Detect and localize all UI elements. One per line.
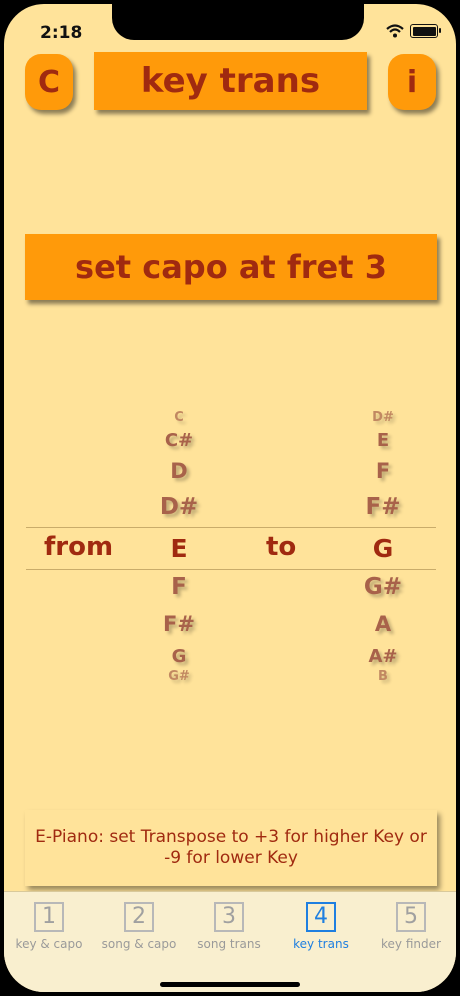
from-wheel-note[interactable]: F# — [154, 612, 204, 636]
from-wheel-note[interactable]: G — [154, 646, 204, 667]
tab-number: 5 — [396, 902, 426, 932]
from-wheel-note[interactable]: F — [154, 574, 204, 600]
info-button[interactable]: i — [388, 54, 436, 110]
from-wheel-note[interactable]: D# — [154, 494, 204, 520]
tab-number: 4 — [306, 902, 336, 932]
tab-song-trans[interactable]: 3 song trans — [184, 902, 274, 951]
tab-label: song & capo — [101, 937, 177, 951]
from-label: from — [44, 532, 114, 562]
from-wheel-note[interactable]: C# — [154, 430, 204, 451]
app-screen: 2:18 C key trans i set capo at fret 3 fr… — [4, 4, 456, 992]
key-c-button[interactable]: C — [25, 54, 73, 110]
to-wheel-note[interactable]: B — [358, 669, 408, 684]
from-wheel-note[interactable]: D — [154, 459, 204, 483]
page-title: key trans — [94, 52, 367, 110]
battery-icon — [410, 24, 441, 38]
to-wheel-note[interactable]: F# — [358, 494, 408, 520]
from-selected-key[interactable]: E — [154, 534, 204, 563]
tab-number: 2 — [124, 902, 154, 932]
wifi-icon — [386, 24, 404, 38]
to-wheel-note[interactable]: A# — [358, 646, 408, 667]
tab-key-finder[interactable]: 5 key finder — [366, 902, 456, 951]
from-wheel-note[interactable]: C — [154, 410, 204, 425]
to-wheel-note[interactable]: G# — [358, 574, 408, 600]
capo-instruction: set capo at fret 3 — [25, 234, 437, 300]
status-time: 2:18 — [40, 23, 83, 43]
to-selected-key[interactable]: G — [358, 534, 408, 563]
to-wheel-note[interactable]: E — [358, 430, 408, 451]
selection-top-line — [26, 527, 436, 528]
status-icons — [386, 24, 441, 38]
notch — [112, 4, 364, 40]
tab-label: key & capo — [15, 937, 83, 951]
tab-number: 3 — [214, 902, 244, 932]
device-frame: 2:18 C key trans i set capo at fret 3 fr… — [0, 0, 460, 996]
epiano-transpose-note: E-Piano: set Transpose to +3 for higher … — [25, 810, 437, 886]
home-indicator[interactable] — [160, 982, 300, 987]
epiano-text: E-Piano: set Transpose to +3 for higher … — [35, 827, 427, 868]
tab-key-capo[interactable]: 1 key & capo — [4, 902, 94, 951]
tab-label: key finder — [381, 937, 441, 951]
tab-number: 1 — [34, 902, 64, 932]
tab-label: song trans — [197, 937, 261, 951]
tab-song-capo[interactable]: 2 song & capo — [94, 902, 184, 951]
tab-key-trans[interactable]: 4 key trans — [276, 902, 366, 951]
to-label: to — [266, 532, 297, 562]
to-wheel-note[interactable]: D# — [358, 410, 408, 425]
from-wheel-note[interactable]: G# — [154, 669, 204, 684]
tab-bar: 1 key & capo 2 song & capo 3 song trans … — [4, 891, 456, 992]
to-wheel-note[interactable]: A — [358, 612, 408, 636]
to-wheel-note[interactable]: F — [358, 459, 408, 483]
selection-bottom-line — [26, 569, 436, 570]
tab-label: key trans — [293, 937, 349, 951]
